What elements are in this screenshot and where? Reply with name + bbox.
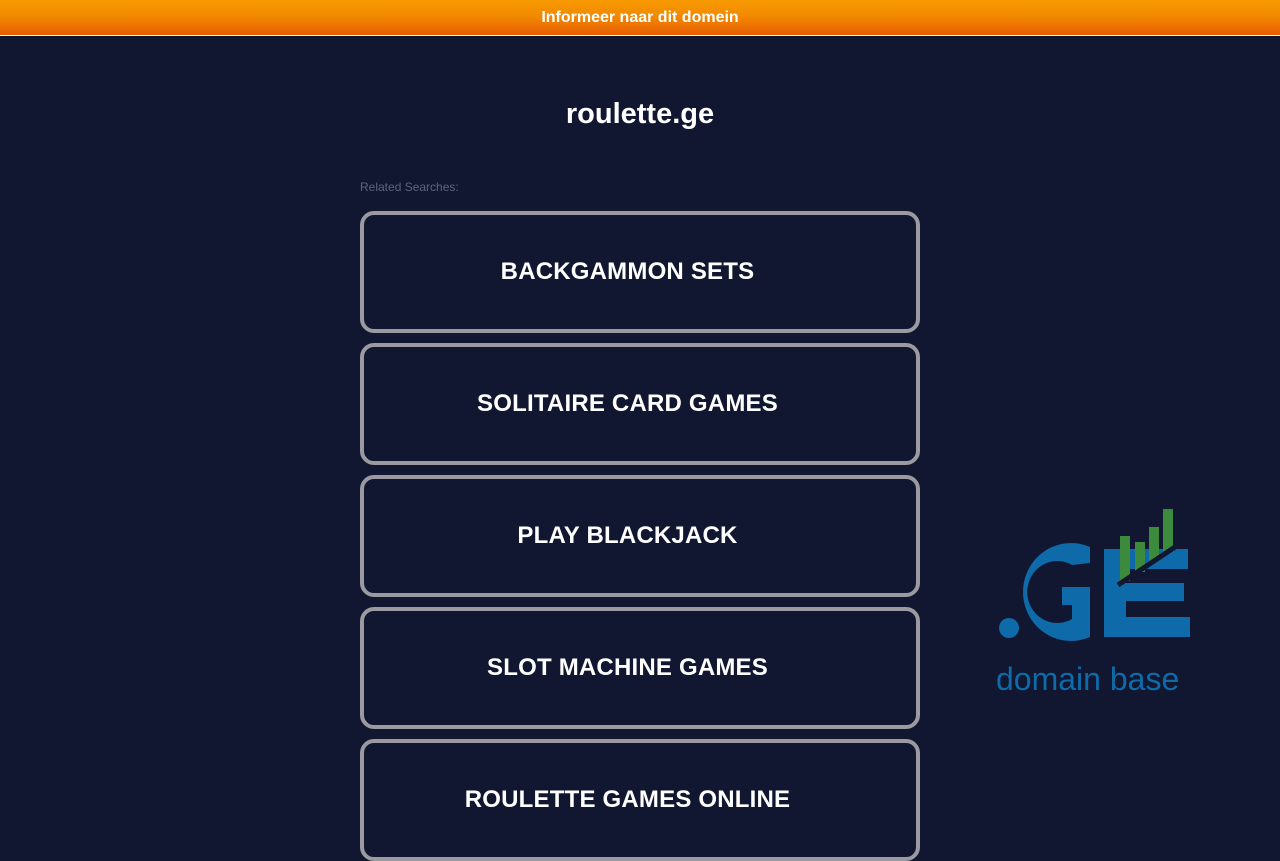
ge-domain-base-logo: domain base xyxy=(996,509,1190,695)
inquire-domain-link[interactable]: Informeer naar dit domein xyxy=(541,9,738,26)
related-search-link[interactable]: BACKGAMMON SETS xyxy=(360,211,920,333)
logo-tagline: domain base xyxy=(996,661,1179,695)
related-search-label: SOLITAIRE CARD GAMES xyxy=(477,390,778,417)
logo-bar-1 xyxy=(1120,536,1130,581)
related-search-link[interactable]: SLOT MACHINE GAMES xyxy=(360,607,920,729)
related-search-label: PLAY BLACKJACK xyxy=(517,522,738,549)
logo-g-letter xyxy=(1023,543,1090,641)
related-searches-label: Related Searches: xyxy=(360,180,459,194)
related-search-link[interactable]: SOLITAIRE CARD GAMES xyxy=(360,343,920,465)
domain-title: roulette.ge xyxy=(565,98,715,130)
related-search-link[interactable]: PLAY BLACKJACK xyxy=(360,475,920,597)
related-search-label: BACKGAMMON SETS xyxy=(500,258,755,285)
logo-bar-4 xyxy=(1163,509,1173,551)
inquire-domain-banner[interactable]: Informeer naar dit domein xyxy=(0,0,1280,36)
logo-dot-icon xyxy=(999,618,1019,638)
related-search-link[interactable]: ROULETTE GAMES ONLINE xyxy=(360,739,920,861)
related-search-label: ROULETTE GAMES ONLINE xyxy=(464,786,791,813)
logo-e-letter xyxy=(1104,549,1190,637)
related-search-label: SLOT MACHINE GAMES xyxy=(487,654,768,681)
